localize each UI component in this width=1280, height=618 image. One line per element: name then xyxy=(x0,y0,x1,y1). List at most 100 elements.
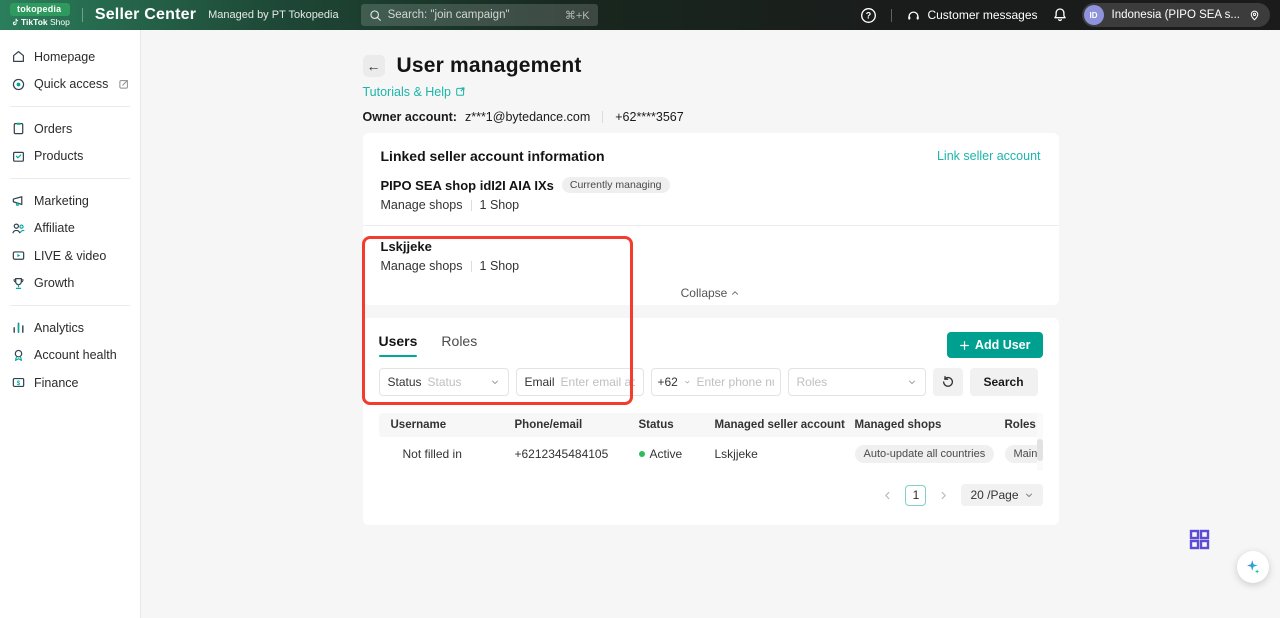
sidebar-item-label: Orders xyxy=(34,122,72,136)
orders-icon xyxy=(10,121,26,137)
sidebar-item-account-health[interactable]: Account health xyxy=(0,342,140,370)
chevron-up-icon xyxy=(730,288,740,298)
next-page-button[interactable] xyxy=(933,485,954,506)
ai-assistant-button[interactable] xyxy=(1237,551,1269,583)
sidebar-item-label: Finance xyxy=(34,376,78,390)
sidebar-divider xyxy=(10,305,130,306)
cell-phone: +6212345484105 xyxy=(503,447,627,461)
roles-filter-placeholder: Roles xyxy=(797,375,901,389)
account-label: Indonesia (PIPO SEA s... xyxy=(1112,9,1240,21)
trophy-icon xyxy=(10,275,26,291)
sidebar-item-products[interactable]: Products xyxy=(0,143,140,171)
sidebar-item-quick-access[interactable]: Quick access xyxy=(0,71,140,99)
cell-managed-shops: Auto-update all countries xyxy=(843,445,993,463)
sidebar-item-label: Marketing xyxy=(34,194,89,208)
brand-logos[interactable]: tokopedia TikTok Shop xyxy=(10,3,70,27)
chart-icon xyxy=(10,320,26,336)
page-size-select[interactable]: 20 /Page xyxy=(961,484,1042,506)
link-seller-account-link[interactable]: Link seller account xyxy=(937,149,1041,163)
owner-account-label: Owner account: xyxy=(363,110,457,124)
chevron-down-icon xyxy=(907,377,917,387)
sidebar-item-live-video[interactable]: LIVE & video xyxy=(0,242,140,270)
collapse-toggle[interactable]: Collapse xyxy=(381,286,1041,300)
entry-divider xyxy=(363,225,1059,226)
tutorials-help-link[interactable]: Tutorials & Help xyxy=(363,84,1059,99)
home-icon xyxy=(10,49,26,65)
table-row[interactable]: Not filled in +6212345484105 Active Lskj… xyxy=(379,437,1043,471)
sidebar-item-label: Products xyxy=(34,149,83,163)
manage-shops-link[interactable]: Manage shops xyxy=(381,198,463,212)
linked-card-title: Linked seller account information xyxy=(381,148,605,164)
prev-page-button[interactable] xyxy=(877,485,898,506)
col-header-managed-seller-account: Managed seller account xyxy=(703,419,843,431)
managed-shops-badge: Auto-update all countries xyxy=(855,445,995,463)
sidebar-item-label: Account health xyxy=(34,348,117,362)
collapse-label: Collapse xyxy=(681,286,728,300)
sidebar-item-finance[interactable]: $ Finance xyxy=(0,369,140,397)
tutorials-help-label: Tutorials & Help xyxy=(363,85,451,99)
help-icon[interactable]: ? xyxy=(860,7,877,24)
sidebar-item-marketing[interactable]: Marketing xyxy=(0,187,140,215)
status-filter-label: Status xyxy=(388,375,422,389)
owner-account-line: Owner account: z***1@bytedance.com +62**… xyxy=(363,109,1059,124)
finance-icon: $ xyxy=(10,375,26,391)
phone-input[interactable] xyxy=(697,375,774,389)
status-filter-select[interactable]: Status Status xyxy=(379,368,509,396)
topbar-right: ? Customer messages ID Indonesia (PIPO S… xyxy=(860,3,1270,27)
email-filter-label: Email xyxy=(525,375,555,389)
search-button[interactable]: Search xyxy=(970,368,1038,396)
customer-messages-button[interactable]: Customer messages xyxy=(906,8,1037,23)
roles-filter-select[interactable]: Roles xyxy=(788,368,926,396)
add-user-button[interactable]: Add User xyxy=(947,332,1043,358)
users-table: Username Phone/email Status Managed sell… xyxy=(379,413,1043,471)
account-switcher[interactable]: ID Indonesia (PIPO SEA s... xyxy=(1082,3,1270,27)
sidebar-item-label: Growth xyxy=(34,276,74,290)
notifications-bell-icon[interactable] xyxy=(1052,7,1068,23)
col-header-managed-shops: Managed shops xyxy=(843,419,993,431)
sidebar-item-orders[interactable]: Orders xyxy=(0,115,140,143)
reset-filters-button[interactable] xyxy=(933,368,963,396)
page-number[interactable]: 1 xyxy=(905,485,926,506)
phone-filter-field[interactable]: +62 xyxy=(651,368,781,396)
seller-center-screen: tokopedia TikTok Shop Seller Center Mana… xyxy=(0,0,1280,618)
location-pin-icon xyxy=(1248,9,1261,22)
sidebar-item-label: Homepage xyxy=(34,50,95,64)
filter-bar: Status Status Email +62 Roles xyxy=(379,368,1043,396)
sidebar-item-affiliate[interactable]: Affiliate xyxy=(0,215,140,243)
topbar-right-divider xyxy=(891,9,892,22)
search-shortcut: ⌘+K xyxy=(565,9,590,22)
phone-country-code[interactable]: +62 xyxy=(658,375,678,389)
search-icon xyxy=(369,9,382,22)
customer-messages-label: Customer messages xyxy=(927,8,1037,22)
plus-icon xyxy=(959,340,970,351)
table-scrollbar[interactable] xyxy=(1037,413,1043,471)
shop-count: 1 Shop xyxy=(480,259,520,273)
sidebar-item-analytics[interactable]: Analytics xyxy=(0,314,140,342)
back-button[interactable]: ← xyxy=(363,55,385,77)
status-dot xyxy=(639,451,645,457)
email-filter-field[interactable]: Email xyxy=(516,368,644,396)
global-search-input[interactable]: Search: "join campaign" ⌘+K xyxy=(361,4,598,26)
page-size-value: 20 /Page xyxy=(970,488,1018,502)
sparkle-icon xyxy=(1244,558,1262,576)
tab-roles[interactable]: Roles xyxy=(441,333,477,357)
add-user-label: Add User xyxy=(975,338,1031,352)
managed-by-label: Managed by PT Tokopedia xyxy=(208,9,338,21)
app-grid-icon[interactable] xyxy=(1188,528,1211,556)
shop-count: 1 Shop xyxy=(480,198,520,212)
cell-managed-seller-account: Lskjjeke xyxy=(703,447,843,461)
edit-icon[interactable] xyxy=(118,78,130,90)
sidebar-item-homepage[interactable]: Homepage xyxy=(0,43,140,71)
seller-account-name: PIPO SEA shop idI2I AIA IXs xyxy=(381,178,554,193)
manage-shops-link[interactable]: Manage shops xyxy=(381,259,463,273)
products-icon xyxy=(10,148,26,164)
reset-icon xyxy=(941,375,955,389)
megaphone-icon xyxy=(10,193,26,209)
tabs: Users Roles xyxy=(379,333,478,357)
email-input[interactable] xyxy=(561,375,635,389)
sidebar-item-label: Affiliate xyxy=(34,221,75,235)
status-text: Active xyxy=(650,447,683,461)
chevron-down-icon xyxy=(1024,490,1034,500)
tab-users[interactable]: Users xyxy=(379,333,418,357)
sidebar-item-growth[interactable]: Growth xyxy=(0,270,140,298)
